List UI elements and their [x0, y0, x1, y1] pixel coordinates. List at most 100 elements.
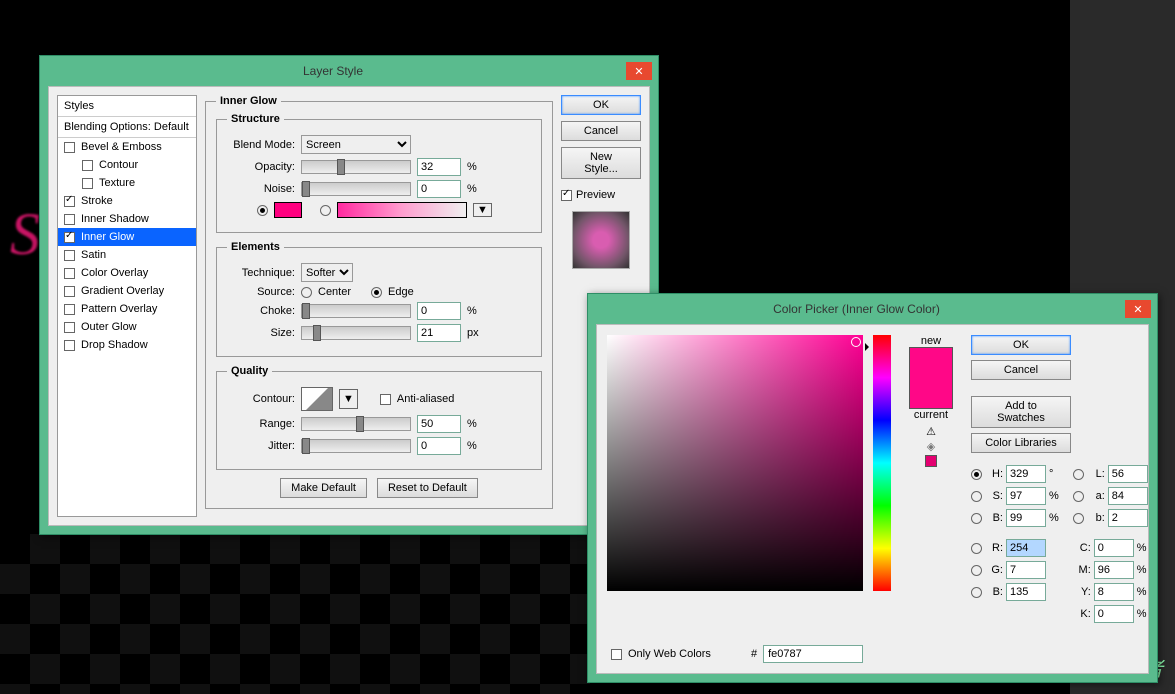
- nearest-swatch[interactable]: [925, 455, 937, 467]
- ok-button[interactable]: OK: [561, 95, 641, 115]
- style-checkbox[interactable]: [64, 340, 75, 351]
- titlebar[interactable]: Layer Style ✕: [40, 56, 658, 86]
- chevron-down-icon[interactable]: ▼: [339, 389, 358, 409]
- style-checkbox[interactable]: [64, 322, 75, 333]
- source-edge-radio[interactable]: [371, 287, 382, 298]
- range-slider[interactable]: [301, 417, 411, 431]
- s-input[interactable]: [1006, 487, 1046, 505]
- contour-swatch[interactable]: [301, 387, 333, 411]
- jitter-input[interactable]: [417, 437, 461, 455]
- s-radio[interactable]: [971, 491, 982, 502]
- style-item-stroke[interactable]: Stroke: [58, 192, 196, 210]
- b-radio[interactable]: [971, 513, 982, 524]
- brgb-radio[interactable]: [971, 587, 982, 598]
- bhsb-input[interactable]: [1006, 509, 1046, 527]
- l-input[interactable]: [1108, 465, 1148, 483]
- a-input[interactable]: [1108, 487, 1148, 505]
- close-button[interactable]: ✕: [626, 62, 652, 80]
- y-input[interactable]: [1094, 583, 1134, 601]
- jitter-slider[interactable]: [301, 439, 411, 453]
- new-style-button[interactable]: New Style...: [561, 147, 641, 179]
- blend-mode-select[interactable]: Screen: [301, 135, 411, 154]
- current-color-swatch[interactable]: [910, 378, 952, 408]
- preview-checkbox[interactable]: [561, 190, 572, 201]
- close-button[interactable]: ✕: [1125, 300, 1151, 318]
- style-checkbox[interactable]: [64, 250, 75, 261]
- px-label: px: [467, 327, 479, 339]
- titlebar[interactable]: Color Picker (Inner Glow Color) ✕: [588, 294, 1157, 324]
- opacity-slider[interactable]: [301, 160, 411, 174]
- saturation-value-field[interactable]: [607, 335, 863, 591]
- h-input[interactable]: [1006, 465, 1046, 483]
- style-item-satin[interactable]: Satin: [58, 246, 196, 264]
- range-input[interactable]: [417, 415, 461, 433]
- style-item-bevel-emboss[interactable]: Bevel & Emboss: [58, 138, 196, 156]
- size-input[interactable]: [417, 324, 461, 342]
- c-input[interactable]: [1094, 539, 1134, 557]
- style-item-color-overlay[interactable]: Color Overlay: [58, 264, 196, 282]
- style-item-pattern-overlay[interactable]: Pattern Overlay: [58, 300, 196, 318]
- style-checkbox[interactable]: [64, 232, 75, 243]
- style-checkbox[interactable]: [64, 196, 75, 207]
- m-input[interactable]: [1094, 561, 1134, 579]
- style-checkbox[interactable]: [64, 304, 75, 315]
- style-item-contour[interactable]: Contour: [58, 156, 196, 174]
- hex-input[interactable]: [763, 645, 863, 663]
- style-item-inner-glow[interactable]: Inner Glow: [58, 228, 196, 246]
- ok-button[interactable]: OK: [971, 335, 1071, 355]
- color-libraries-button[interactable]: Color Libraries: [971, 433, 1071, 453]
- warning-icon[interactable]: ⚠: [926, 425, 936, 438]
- h-radio[interactable]: [971, 469, 982, 480]
- style-item-drop-shadow[interactable]: Drop Shadow: [58, 336, 196, 354]
- r-radio[interactable]: [971, 543, 982, 554]
- chevron-down-icon[interactable]: ▼: [473, 203, 492, 217]
- reset-default-button[interactable]: Reset to Default: [377, 478, 478, 498]
- hue-strip[interactable]: [873, 335, 891, 591]
- source-center-radio[interactable]: [301, 287, 312, 298]
- g-input[interactable]: [1006, 561, 1046, 579]
- a-radio[interactable]: [1073, 491, 1084, 502]
- only-web-checkbox[interactable]: [611, 649, 622, 660]
- size-slider[interactable]: [301, 326, 411, 340]
- antialiased-checkbox[interactable]: [380, 394, 391, 405]
- cube-icon[interactable]: ◈: [927, 440, 935, 453]
- cancel-button[interactable]: Cancel: [561, 121, 641, 141]
- r-input[interactable]: [1006, 539, 1046, 557]
- gradient-radio[interactable]: [320, 205, 331, 216]
- style-item-outer-glow[interactable]: Outer Glow: [58, 318, 196, 336]
- sv-cursor: [851, 337, 861, 347]
- color-swatch[interactable]: [274, 202, 302, 218]
- quality-legend: Quality: [227, 365, 272, 377]
- style-checkbox[interactable]: [82, 178, 93, 189]
- style-item-texture[interactable]: Texture: [58, 174, 196, 192]
- g-radio[interactable]: [971, 565, 982, 576]
- new-color-swatch[interactable]: [910, 348, 952, 378]
- style-checkbox[interactable]: [64, 214, 75, 225]
- choke-input[interactable]: [417, 302, 461, 320]
- blab-input[interactable]: [1108, 509, 1148, 527]
- style-checkbox[interactable]: [64, 142, 75, 153]
- choke-slider[interactable]: [301, 304, 411, 318]
- blending-header[interactable]: Blending Options: Default: [58, 117, 196, 138]
- style-checkbox[interactable]: [64, 286, 75, 297]
- blab-radio[interactable]: [1073, 513, 1084, 524]
- gradient-swatch[interactable]: [337, 202, 467, 218]
- l-radio[interactable]: [1073, 469, 1084, 480]
- style-checkbox[interactable]: [64, 268, 75, 279]
- opacity-input[interactable]: [417, 158, 461, 176]
- noise-input[interactable]: [417, 180, 461, 198]
- brgb-input[interactable]: [1006, 583, 1046, 601]
- add-swatches-button[interactable]: Add to Swatches: [971, 396, 1071, 428]
- styles-header[interactable]: Styles: [58, 96, 196, 117]
- style-item-gradient-overlay[interactable]: Gradient Overlay: [58, 282, 196, 300]
- technique-select[interactable]: Softer: [301, 263, 353, 282]
- color-radio[interactable]: [257, 205, 268, 216]
- pct-label: %: [467, 440, 477, 452]
- style-checkbox[interactable]: [82, 160, 93, 171]
- cancel-button[interactable]: Cancel: [971, 360, 1071, 380]
- source-label: Source:: [227, 286, 295, 298]
- style-item-inner-shadow[interactable]: Inner Shadow: [58, 210, 196, 228]
- make-default-button[interactable]: Make Default: [280, 478, 367, 498]
- k-input[interactable]: [1094, 605, 1134, 623]
- noise-slider[interactable]: [301, 182, 411, 196]
